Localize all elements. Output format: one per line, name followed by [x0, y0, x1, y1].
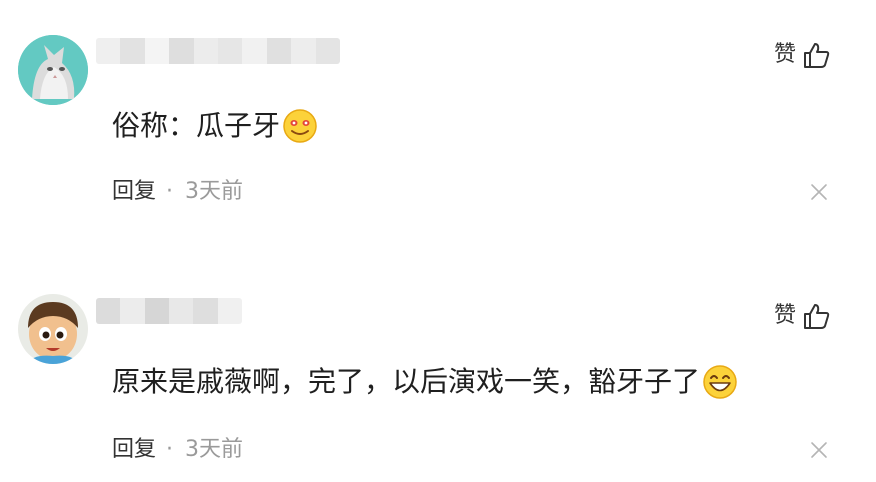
close-icon[interactable]: [810, 183, 828, 201]
cat-avatar-icon: [18, 35, 88, 105]
comment-time: 3天前: [185, 437, 244, 462]
meta-separator: ·: [166, 437, 174, 462]
like-label: 赞: [773, 303, 796, 328]
comment-item: 赞 俗称：瓜子牙 回复 · 3天前: [0, 0, 876, 250]
comment-item: 赞 原来是戚薇啊，完了，以后演戏一笑，豁牙子了 回复 · 3天前: [0, 258, 876, 482]
username-blurred[interactable]: [96, 38, 340, 64]
like-label: 赞: [773, 42, 796, 67]
comment-meta: 回复 · 3天前: [112, 177, 243, 207]
user-avatar[interactable]: [18, 294, 88, 364]
like-button[interactable]: 赞: [774, 40, 832, 70]
thumbs-up-icon: [804, 43, 830, 68]
username-blurred[interactable]: [96, 298, 242, 324]
comment-meta: 回复 · 3天前: [112, 435, 243, 465]
comment-text: 俗称：瓜子牙: [112, 109, 281, 142]
grinning-emoji-icon: [703, 365, 737, 399]
comment-text: 原来是戚薇啊，完了，以后演戏一笑，豁牙子了: [112, 365, 701, 398]
reply-button[interactable]: 回复: [112, 177, 156, 207]
meta-separator: ·: [166, 179, 174, 204]
cartoon-boy-avatar-icon: [18, 294, 88, 364]
blushing-smile-emoji-icon: [283, 109, 317, 143]
close-icon[interactable]: [810, 441, 828, 459]
reply-button[interactable]: 回复: [112, 435, 156, 465]
like-button[interactable]: 赞: [774, 301, 832, 331]
user-avatar[interactable]: [18, 35, 88, 105]
thumbs-up-icon: [804, 304, 830, 329]
comment-text-row: 原来是戚薇啊，完了，以后演戏一笑，豁牙子了: [112, 362, 738, 402]
comment-text-row: 俗称：瓜子牙: [112, 106, 318, 146]
comment-time: 3天前: [185, 179, 244, 204]
